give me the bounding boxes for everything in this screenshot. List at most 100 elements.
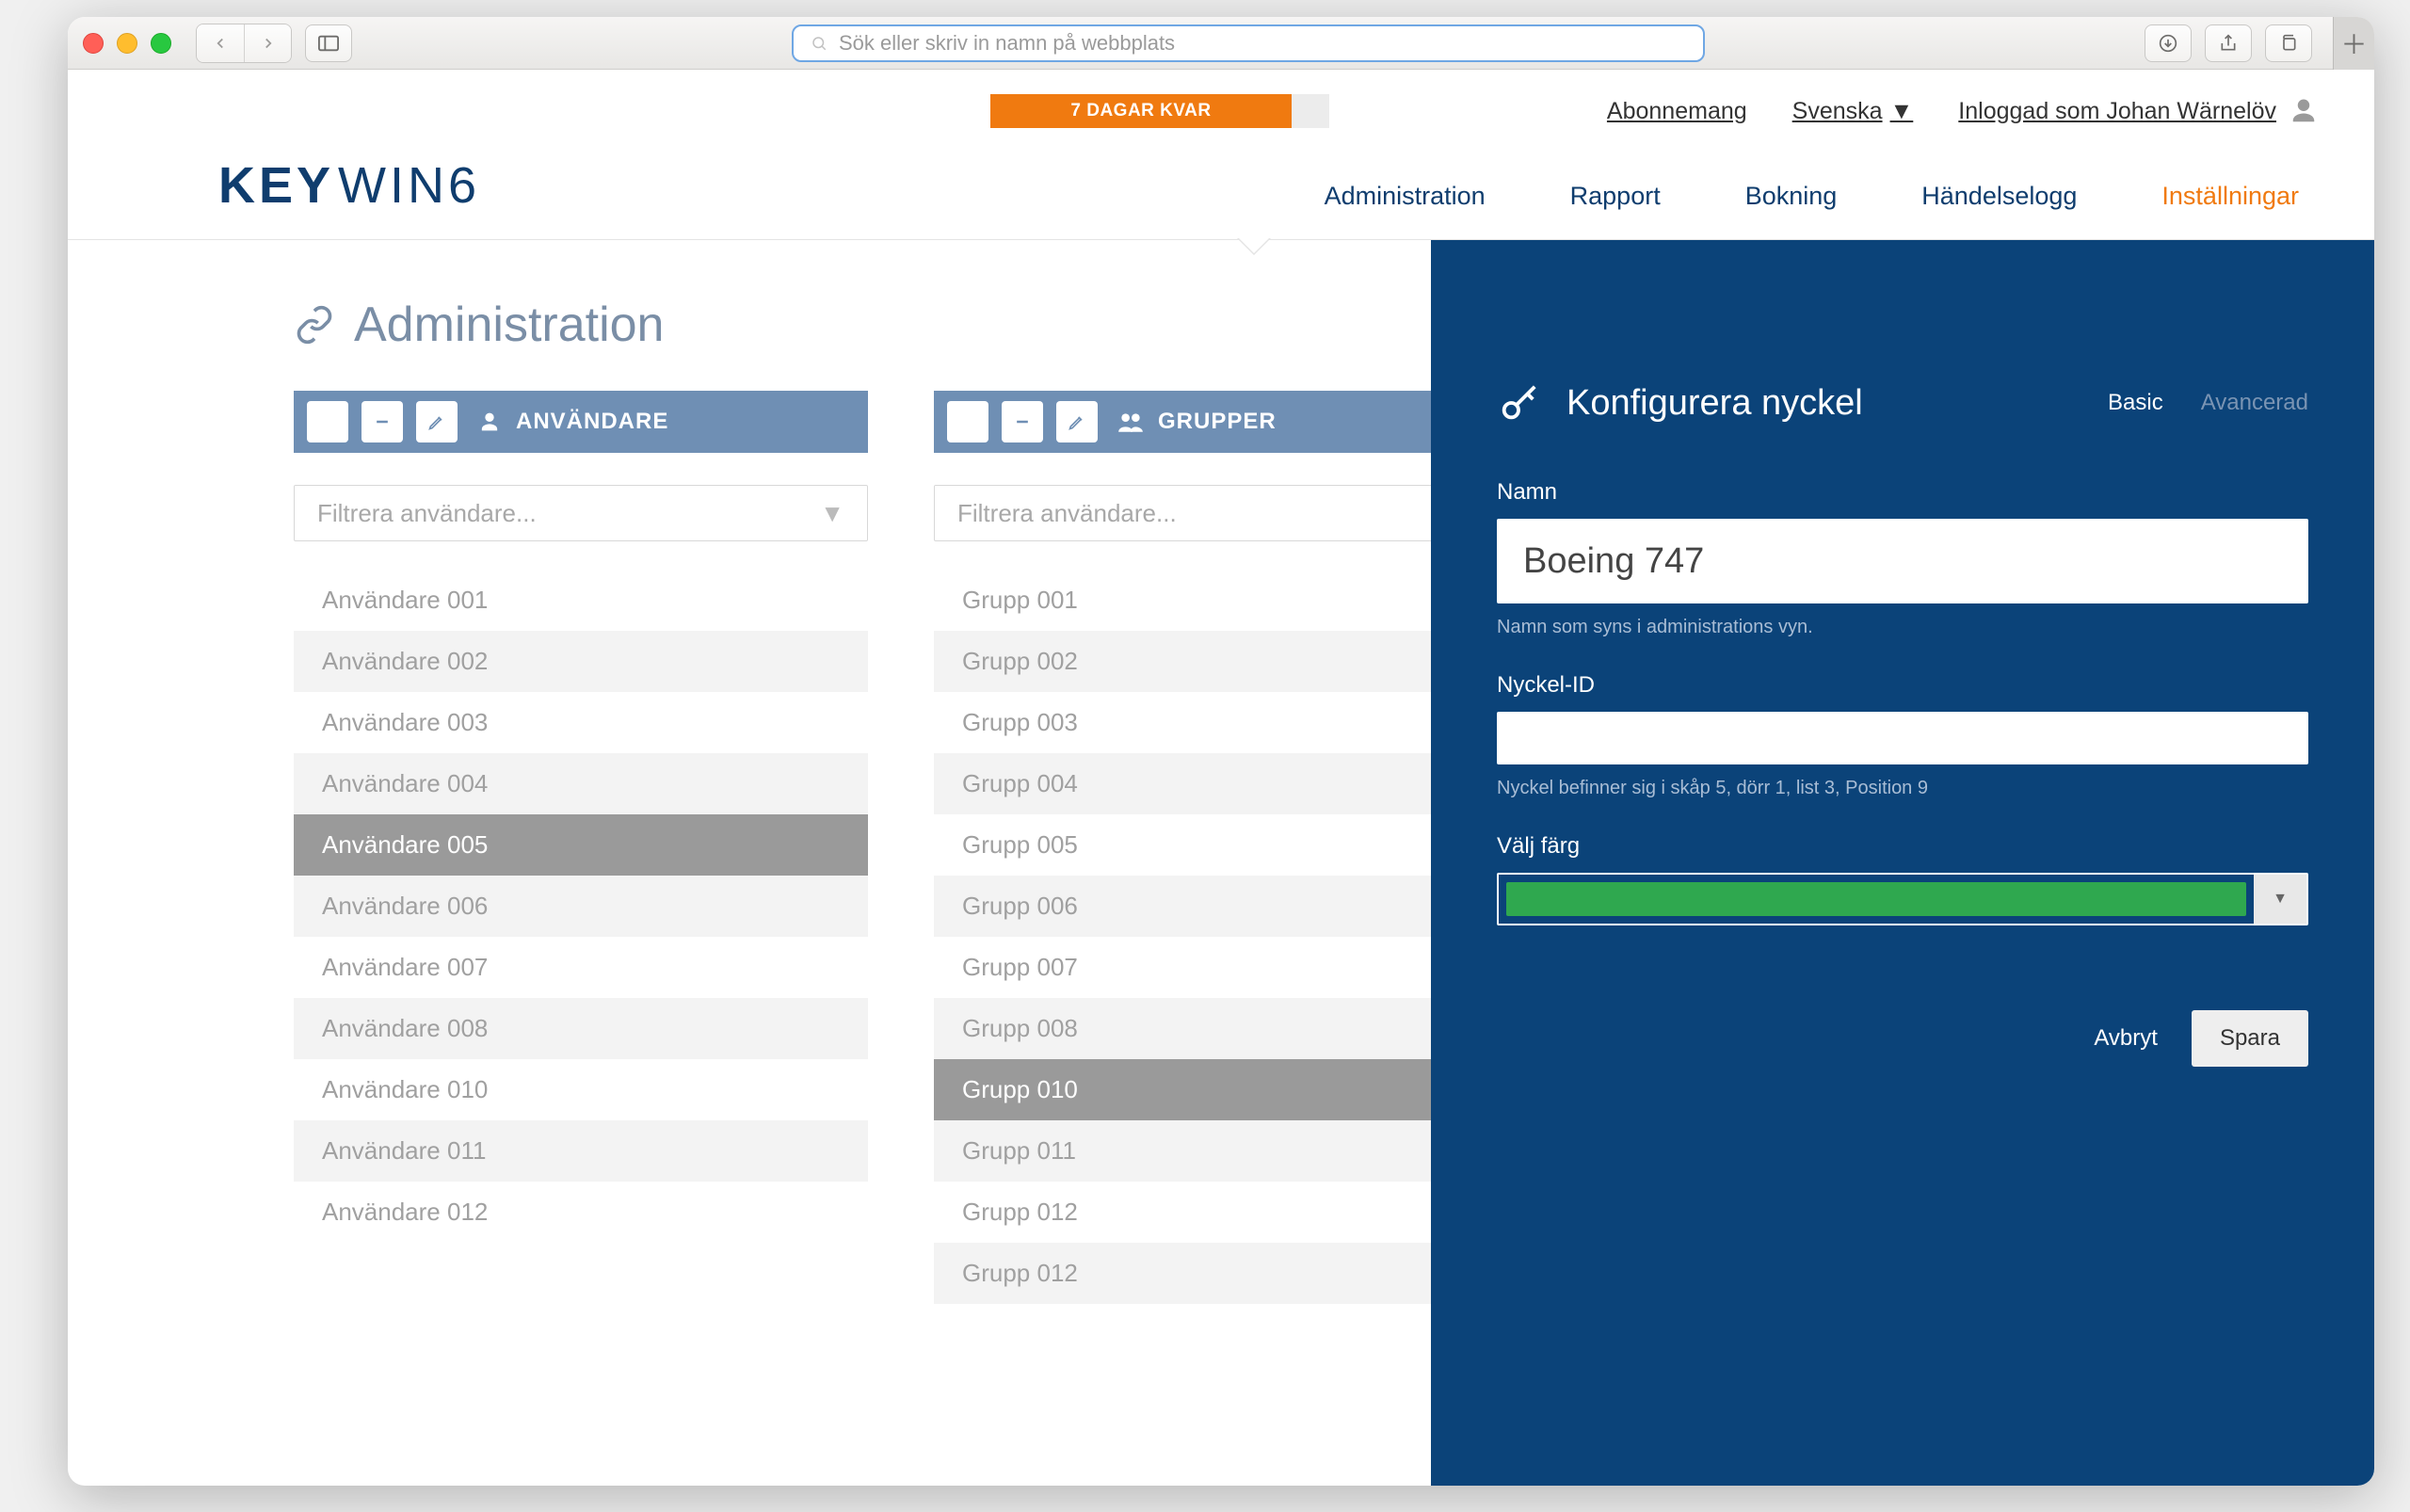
share-icon xyxy=(2219,34,2238,53)
users-remove-button[interactable] xyxy=(362,401,403,442)
list-item[interactable]: Grupp 006 xyxy=(934,876,1508,937)
keyid-label: Nyckel-ID xyxy=(1497,672,2308,699)
list-item[interactable]: Grupp 007 xyxy=(934,937,1508,998)
groups-add-button[interactable] xyxy=(947,401,988,442)
caret-down-icon: ▼ xyxy=(1890,98,1914,125)
tabs-button[interactable] xyxy=(2265,24,2312,62)
groups-filter[interactable]: Filtrera användare... ▼ xyxy=(934,485,1508,541)
groups-header: GRUPPER xyxy=(934,391,1508,453)
list-item[interactable]: Användare 004 xyxy=(294,753,868,814)
toolbar-right-group xyxy=(2145,24,2312,62)
color-select[interactable]: ▼ xyxy=(1497,873,2308,925)
tab-advanced[interactable]: Avancerad xyxy=(2201,390,2308,416)
page-title: Administration xyxy=(354,297,664,353)
trial-days-label: 7 DAGAR KVAR xyxy=(990,94,1292,128)
users-header: ANVÄNDARE xyxy=(294,391,868,453)
minimize-window-button[interactable] xyxy=(117,33,137,54)
list-item[interactable]: Grupp 005 xyxy=(934,814,1508,876)
nav-booking[interactable]: Bokning xyxy=(1745,182,1838,211)
cancel-button[interactable]: Avbryt xyxy=(2094,1025,2158,1052)
minus-icon xyxy=(1013,412,1032,431)
user-icon xyxy=(2290,97,2318,125)
list-item[interactable]: Användare 005 xyxy=(294,814,868,876)
tab-basic[interactable]: Basic xyxy=(2108,390,2163,416)
maximize-window-button[interactable] xyxy=(151,33,171,54)
list-item[interactable]: Användare 006 xyxy=(294,876,868,937)
groups-filter-placeholder: Filtrera användare... xyxy=(957,499,1177,528)
browser-window: Sök eller skriv in namn på webbplats xyxy=(68,17,2374,1486)
users-list: Användare 001Användare 002Användare 003A… xyxy=(294,570,868,1243)
name-note: Namn som syns i administrations vyn. xyxy=(1497,617,2308,638)
groups-remove-button[interactable] xyxy=(1002,401,1043,442)
color-label: Välj färg xyxy=(1497,833,2308,860)
nav-settings[interactable]: Inställningar xyxy=(2161,182,2299,211)
list-item[interactable]: Grupp 008 xyxy=(934,998,1508,1059)
list-item[interactable]: Grupp 001 xyxy=(934,570,1508,631)
nav-event-log[interactable]: Händelselogg xyxy=(1921,182,2077,211)
subscription-link[interactable]: Abonnemang xyxy=(1607,98,1747,125)
users-edit-button[interactable] xyxy=(416,401,458,442)
address-bar[interactable]: Sök eller skriv in namn på webbplats xyxy=(792,24,1705,62)
show-sidebar-button[interactable] xyxy=(305,24,352,62)
app-logo: KEY WIN6 xyxy=(218,156,480,239)
groups-header-label: GRUPPER xyxy=(1158,409,1277,435)
forward-button[interactable] xyxy=(244,24,291,62)
share-button[interactable] xyxy=(2205,24,2252,62)
users-header-label: ANVÄNDARE xyxy=(516,409,668,435)
nav-report[interactable]: Rapport xyxy=(1570,182,1661,211)
list-item[interactable]: Grupp 010 xyxy=(934,1059,1508,1120)
list-item[interactable]: Användare 012 xyxy=(294,1182,868,1243)
panel-tabs: Basic Avancerad xyxy=(2108,390,2308,416)
name-input[interactable] xyxy=(1497,519,2308,603)
users-add-button[interactable] xyxy=(307,401,348,442)
groups-edit-button[interactable] xyxy=(1056,401,1098,442)
plus-icon: ＋ xyxy=(2340,24,2367,62)
chevron-right-icon xyxy=(260,35,277,52)
list-item[interactable]: Användare 007 xyxy=(294,937,868,998)
logo-part2: WIN6 xyxy=(338,156,480,215)
list-item[interactable]: Användare 003 xyxy=(294,692,868,753)
color-swatch xyxy=(1506,882,2246,916)
keyid-input[interactable] xyxy=(1497,712,2308,764)
groups-list: Grupp 001Grupp 002Grupp 003Grupp 004Grup… xyxy=(934,570,1508,1304)
header-row: KEY WIN6 Administration Rapport Bokning … xyxy=(68,128,2374,240)
keyid-note: Nyckel befinner sig i skåp 5, dörr 1, li… xyxy=(1497,778,2308,799)
caret-down-icon: ▼ xyxy=(2254,875,2306,924)
name-label: Namn xyxy=(1497,479,2308,506)
language-selector[interactable]: Svenska ▼ xyxy=(1792,98,1914,125)
color-field-block: Välj färg ▼ xyxy=(1497,833,2308,925)
page-body: Administration xyxy=(68,240,2374,1486)
list-item[interactable]: Användare 008 xyxy=(294,998,868,1059)
nav-administration[interactable]: Administration xyxy=(1325,182,1486,211)
logo-part1: KEY xyxy=(218,156,334,215)
back-button[interactable] xyxy=(197,24,244,62)
close-window-button[interactable] xyxy=(83,33,104,54)
list-item[interactable]: Grupp 012 xyxy=(934,1243,1508,1304)
list-item[interactable]: Användare 010 xyxy=(294,1059,868,1120)
save-button[interactable]: Spara xyxy=(2192,1010,2308,1067)
list-item[interactable]: Grupp 003 xyxy=(934,692,1508,753)
nav-back-forward-group xyxy=(196,24,292,63)
list-item[interactable]: Grupp 004 xyxy=(934,753,1508,814)
list-item[interactable]: Grupp 002 xyxy=(934,631,1508,692)
new-tab-button[interactable]: ＋ xyxy=(2333,17,2374,70)
groups-column: GRUPPER Filtrera användare... ▼ Grupp 00… xyxy=(934,391,1508,1304)
main-nav: Administration Rapport Bokning Händelsel… xyxy=(1325,182,2318,239)
users-filter[interactable]: Filtrera användare... ▼ xyxy=(294,485,868,541)
chevron-left-icon xyxy=(212,35,229,52)
meta-bar: 7 DAGAR KVAR Abonnemang Svenska ▼ Inlogg… xyxy=(68,70,2374,128)
caret-down-icon: ▼ xyxy=(820,499,844,528)
link-icon xyxy=(294,304,335,346)
pencil-icon xyxy=(1068,412,1086,431)
list-item[interactable]: Användare 001 xyxy=(294,570,868,631)
users-filter-placeholder: Filtrera användare... xyxy=(317,499,537,528)
panel-title-row: Konfigurera nyckel Basic Avancerad xyxy=(1497,381,2308,425)
window-controls xyxy=(83,33,183,54)
list-item[interactable]: Användare 002 xyxy=(294,631,868,692)
list-item[interactable]: Grupp 011 xyxy=(934,1120,1508,1182)
downloads-button[interactable] xyxy=(2145,24,2192,62)
trial-days-left: 7 DAGAR KVAR xyxy=(990,94,1329,128)
list-item[interactable]: Användare 011 xyxy=(294,1120,868,1182)
current-user[interactable]: Inloggad som Johan Wärnelöv xyxy=(1958,97,2318,125)
list-item[interactable]: Grupp 012 xyxy=(934,1182,1508,1243)
